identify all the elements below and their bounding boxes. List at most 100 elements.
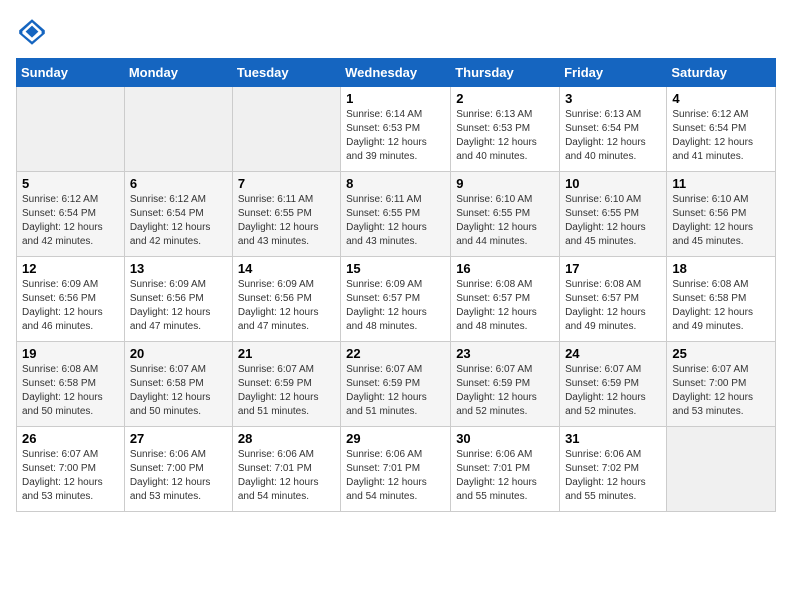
calendar-cell: 13 Sunrise: 6:09 AM Sunset: 6:56 PM Dayli… <box>124 257 232 342</box>
weekday-header-saturday: Saturday <box>667 59 776 87</box>
calendar-cell: 11 Sunrise: 6:10 AM Sunset: 6:56 PM Dayli… <box>667 172 776 257</box>
calendar-cell: 26 Sunrise: 6:07 AM Sunset: 7:00 PM Dayli… <box>17 427 125 512</box>
calendar-cell: 30 Sunrise: 6:06 AM Sunset: 7:01 PM Dayli… <box>451 427 560 512</box>
calendar-cell: 8 Sunrise: 6:11 AM Sunset: 6:55 PM Daylig… <box>341 172 451 257</box>
calendar-week-row: 26 Sunrise: 6:07 AM Sunset: 7:00 PM Dayli… <box>17 427 776 512</box>
day-info: Sunrise: 6:07 AM Sunset: 6:59 PM Dayligh… <box>456 363 554 419</box>
calendar-cell: 12 Sunrise: 6:09 AM Sunset: 6:56 PM Dayli… <box>17 257 125 342</box>
day-number: 13 <box>130 261 227 276</box>
day-number: 8 <box>346 176 445 191</box>
day-number: 5 <box>22 176 119 191</box>
calendar-week-row: 5 Sunrise: 6:12 AM Sunset: 6:54 PM Daylig… <box>17 172 776 257</box>
calendar-cell: 17Sunrise: 6:08 AM Sunset: 6:57 PM Dayli… <box>560 257 667 342</box>
day-number: 6 <box>130 176 227 191</box>
day-number: 11 <box>672 176 770 191</box>
day-number: 19 <box>22 346 119 361</box>
day-info: Sunrise: 6:14 AM Sunset: 6:53 PM Dayligh… <box>346 108 445 164</box>
day-number: 15 <box>346 261 445 276</box>
calendar-cell: 14 Sunrise: 6:09 AM Sunset: 6:56 PM Dayli… <box>232 257 340 342</box>
calendar-cell <box>232 87 340 172</box>
calendar-cell: 24Sunrise: 6:07 AM Sunset: 6:59 PM Dayli… <box>560 342 667 427</box>
calendar-cell: 28Sunrise: 6:06 AM Sunset: 7:01 PM Dayli… <box>232 427 340 512</box>
day-number: 27 <box>130 431 227 446</box>
calendar-cell: 9 Sunrise: 6:10 AM Sunset: 6:55 PM Daylig… <box>451 172 560 257</box>
day-info: Sunrise: 6:11 AM Sunset: 6:55 PM Dayligh… <box>346 193 445 249</box>
day-number: 29 <box>346 431 445 446</box>
weekday-header-monday: Monday <box>124 59 232 87</box>
day-number: 12 <box>22 261 119 276</box>
day-number: 26 <box>22 431 119 446</box>
day-number: 17 <box>565 261 661 276</box>
calendar-cell: 27 Sunrise: 6:06 AM Sunset: 7:00 PM Dayli… <box>124 427 232 512</box>
day-info: Sunrise: 6:09 AM Sunset: 6:56 PM Dayligh… <box>130 278 227 334</box>
calendar-cell: 31Sunrise: 6:06 AM Sunset: 7:02 PM Dayli… <box>560 427 667 512</box>
day-number: 2 <box>456 91 554 106</box>
calendar-cell: 19Sunrise: 6:08 AM Sunset: 6:58 PM Dayli… <box>17 342 125 427</box>
calendar-cell: 20 Sunrise: 6:07 AM Sunset: 6:58 PM Dayli… <box>124 342 232 427</box>
day-info: Sunrise: 6:07 AM Sunset: 6:59 PM Dayligh… <box>346 363 445 419</box>
day-number: 14 <box>238 261 335 276</box>
day-info: Sunrise: 6:13 AM Sunset: 6:53 PM Dayligh… <box>456 108 554 164</box>
day-info: Sunrise: 6:12 AM Sunset: 6:54 PM Dayligh… <box>130 193 227 249</box>
day-number: 24 <box>565 346 661 361</box>
day-number: 30 <box>456 431 554 446</box>
calendar-cell: 29 Sunrise: 6:06 AM Sunset: 7:01 PM Dayli… <box>341 427 451 512</box>
calendar-cell <box>17 87 125 172</box>
weekday-header-row: SundayMondayTuesdayWednesdayThursdayFrid… <box>17 59 776 87</box>
calendar-cell: 10 Sunrise: 6:10 AM Sunset: 6:55 PM Dayli… <box>560 172 667 257</box>
day-info: Sunrise: 6:12 AM Sunset: 6:54 PM Dayligh… <box>672 108 770 164</box>
calendar-cell: 16Sunrise: 6:08 AM Sunset: 6:57 PM Dayli… <box>451 257 560 342</box>
calendar-week-row: 1 Sunrise: 6:14 AM Sunset: 6:53 PM Daylig… <box>17 87 776 172</box>
day-number: 18 <box>672 261 770 276</box>
calendar-cell: 2 Sunrise: 6:13 AM Sunset: 6:53 PM Daylig… <box>451 87 560 172</box>
calendar-week-row: 19Sunrise: 6:08 AM Sunset: 6:58 PM Dayli… <box>17 342 776 427</box>
day-number: 23 <box>456 346 554 361</box>
page-header <box>16 16 776 48</box>
calendar-cell <box>124 87 232 172</box>
day-info: Sunrise: 6:09 AM Sunset: 6:56 PM Dayligh… <box>22 278 119 334</box>
day-number: 10 <box>565 176 661 191</box>
day-number: 21 <box>238 346 335 361</box>
calendar-cell: 15Sunrise: 6:09 AM Sunset: 6:57 PM Dayli… <box>341 257 451 342</box>
weekday-header-sunday: Sunday <box>17 59 125 87</box>
day-info: Sunrise: 6:06 AM Sunset: 7:01 PM Dayligh… <box>346 448 445 504</box>
calendar-cell: 4 Sunrise: 6:12 AM Sunset: 6:54 PM Daylig… <box>667 87 776 172</box>
day-info: Sunrise: 6:13 AM Sunset: 6:54 PM Dayligh… <box>565 108 661 164</box>
calendar-cell: 22 Sunrise: 6:07 AM Sunset: 6:59 PM Dayli… <box>341 342 451 427</box>
day-info: Sunrise: 6:07 AM Sunset: 7:00 PM Dayligh… <box>22 448 119 504</box>
day-number: 22 <box>346 346 445 361</box>
day-info: Sunrise: 6:07 AM Sunset: 6:59 PM Dayligh… <box>238 363 335 419</box>
day-info: Sunrise: 6:09 AM Sunset: 6:56 PM Dayligh… <box>238 278 335 334</box>
day-number: 25 <box>672 346 770 361</box>
day-info: Sunrise: 6:08 AM Sunset: 6:58 PM Dayligh… <box>672 278 770 334</box>
day-number: 7 <box>238 176 335 191</box>
day-info: Sunrise: 6:10 AM Sunset: 6:55 PM Dayligh… <box>456 193 554 249</box>
day-info: Sunrise: 6:12 AM Sunset: 6:54 PM Dayligh… <box>22 193 119 249</box>
day-info: Sunrise: 6:06 AM Sunset: 7:01 PM Dayligh… <box>456 448 554 504</box>
day-number: 16 <box>456 261 554 276</box>
day-info: Sunrise: 6:10 AM Sunset: 6:56 PM Dayligh… <box>672 193 770 249</box>
weekday-header-thursday: Thursday <box>451 59 560 87</box>
calendar-cell: 25 Sunrise: 6:07 AM Sunset: 7:00 PM Dayli… <box>667 342 776 427</box>
day-info: Sunrise: 6:06 AM Sunset: 7:00 PM Dayligh… <box>130 448 227 504</box>
day-info: Sunrise: 6:07 AM Sunset: 7:00 PM Dayligh… <box>672 363 770 419</box>
day-number: 9 <box>456 176 554 191</box>
calendar-cell: 5 Sunrise: 6:12 AM Sunset: 6:54 PM Daylig… <box>17 172 125 257</box>
day-info: Sunrise: 6:10 AM Sunset: 6:55 PM Dayligh… <box>565 193 661 249</box>
weekday-header-wednesday: Wednesday <box>341 59 451 87</box>
day-number: 20 <box>130 346 227 361</box>
weekday-header-friday: Friday <box>560 59 667 87</box>
day-number: 1 <box>346 91 445 106</box>
calendar-cell: 21 Sunrise: 6:07 AM Sunset: 6:59 PM Dayli… <box>232 342 340 427</box>
calendar-cell: 7Sunrise: 6:11 AM Sunset: 6:55 PM Daylig… <box>232 172 340 257</box>
calendar-week-row: 12 Sunrise: 6:09 AM Sunset: 6:56 PM Dayli… <box>17 257 776 342</box>
calendar-cell: 3Sunrise: 6:13 AM Sunset: 6:54 PM Daylig… <box>560 87 667 172</box>
day-info: Sunrise: 6:06 AM Sunset: 7:02 PM Dayligh… <box>565 448 661 504</box>
calendar-cell: 6 Sunrise: 6:12 AM Sunset: 6:54 PM Daylig… <box>124 172 232 257</box>
day-info: Sunrise: 6:06 AM Sunset: 7:01 PM Dayligh… <box>238 448 335 504</box>
logo-icon <box>16 16 48 48</box>
day-info: Sunrise: 6:07 AM Sunset: 6:58 PM Dayligh… <box>130 363 227 419</box>
calendar-cell: 23 Sunrise: 6:07 AM Sunset: 6:59 PM Dayli… <box>451 342 560 427</box>
logo <box>16 16 52 48</box>
day-number: 4 <box>672 91 770 106</box>
